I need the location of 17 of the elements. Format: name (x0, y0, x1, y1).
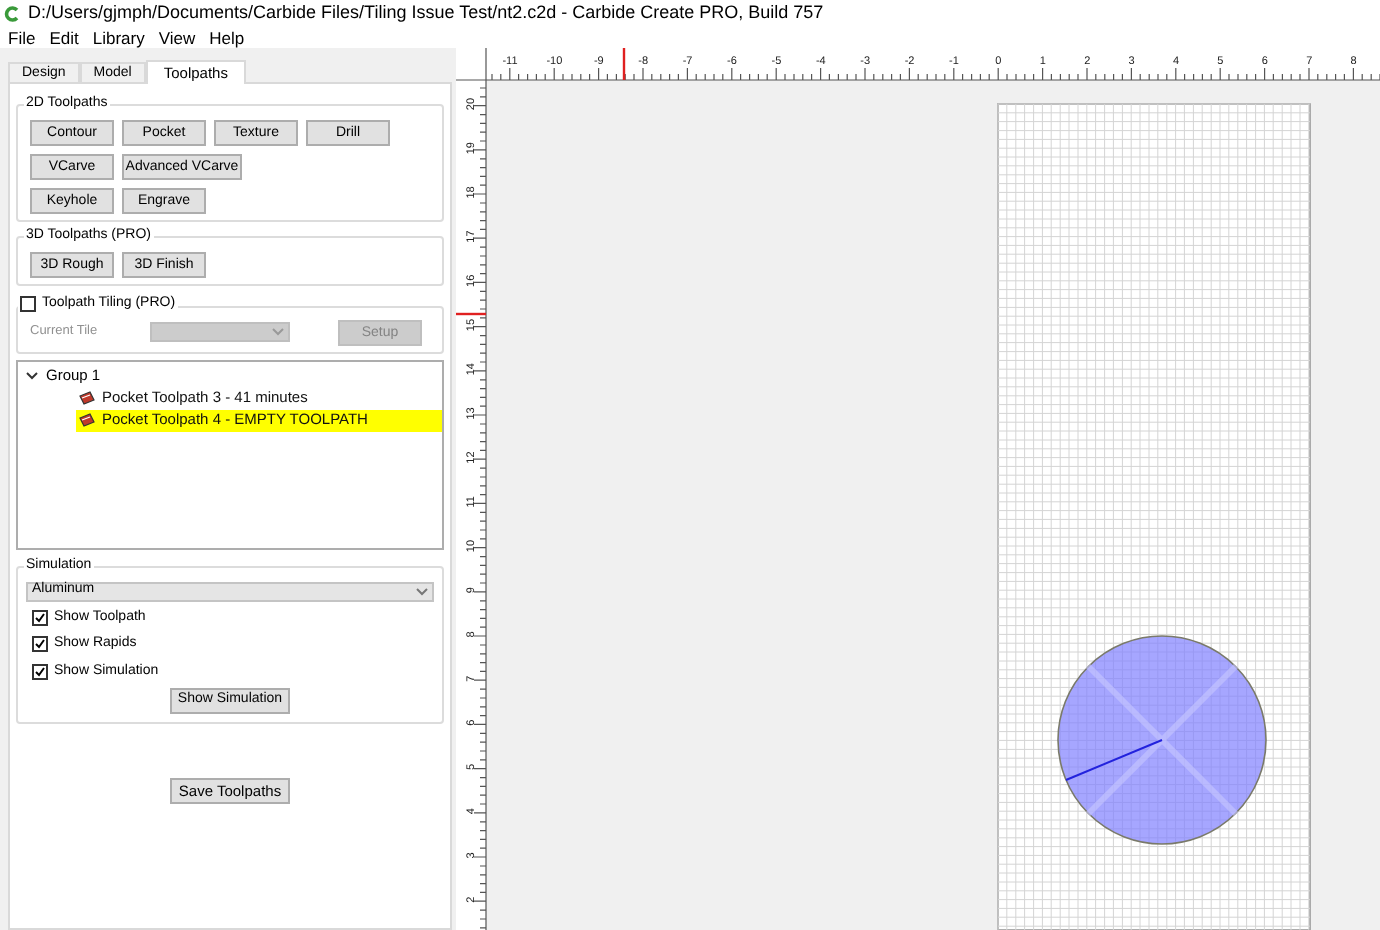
window-title: D:/Users/gjmph/Documents/Carbide Files/Tiling Issue Test/nt2.c2d - Carbide Create PRO, Build 757 (28, 0, 824, 27)
menu-item[interactable]: Library (92, 25, 145, 51)
tile-dropdown[interactable] (150, 322, 290, 342)
checkbox[interactable] (32, 609, 48, 626)
toolpath-icon (78, 390, 96, 406)
pocket-circle-drawing[interactable] (1057, 635, 1267, 845)
menu-item[interactable]: View (158, 25, 196, 51)
menu-item[interactable]: Edit (49, 25, 79, 51)
chevron-down-icon (272, 328, 284, 336)
menu-item[interactable]: Help (209, 25, 245, 51)
checkbox[interactable] (32, 663, 48, 680)
menu-item[interactable]: File (8, 25, 36, 51)
toolpath-icon (78, 412, 96, 428)
chevron-down-icon[interactable] (26, 370, 38, 382)
app-logo-icon (4, 6, 20, 22)
checkbox[interactable] (32, 636, 48, 653)
chevron-down-icon (416, 587, 428, 595)
